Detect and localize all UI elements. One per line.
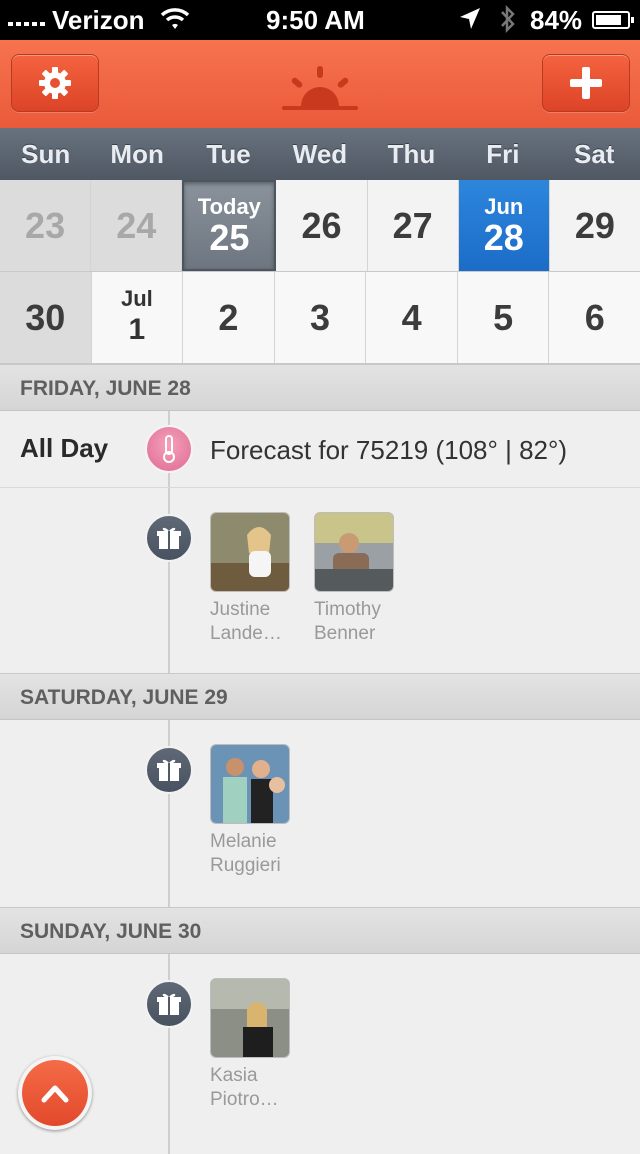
weekday-label: Wed: [292, 139, 348, 169]
day-cell[interactable]: 26: [276, 180, 368, 271]
location-icon: [458, 6, 482, 39]
battery-percent: 84%: [530, 5, 583, 35]
bluetooth-icon: [498, 3, 518, 42]
wifi-icon: [160, 6, 190, 37]
app-header: [0, 40, 640, 129]
weekday-label: Tue: [206, 139, 251, 169]
day-number: 23: [25, 204, 66, 246]
section-header: FRIDAY, JUNE 28: [0, 364, 640, 411]
day-number: 3: [310, 296, 331, 338]
day-number: 29: [574, 204, 615, 246]
forecast-text: Forecast for 75219 (108° | 82°): [210, 435, 568, 465]
day-number: 27: [392, 204, 433, 246]
agenda-list[interactable]: FRIDAY, JUNE 28 All Day Forecast for 752…: [0, 364, 640, 1154]
gear-icon: [39, 67, 71, 99]
carrier-label: Verizon: [52, 5, 145, 35]
section-header: SATURDAY, JUNE 29: [0, 673, 640, 720]
day-number: 24: [116, 204, 157, 246]
day-cell[interactable]: 2: [183, 272, 275, 363]
today-label: Today: [197, 193, 261, 219]
day-number: 26: [301, 204, 342, 246]
jump-to-today-button[interactable]: [18, 1056, 92, 1130]
contact-card[interactable]: Melanie Ruggieri: [210, 744, 300, 878]
day-cell[interactable]: Jul 1: [91, 272, 184, 363]
contact-photo: [314, 512, 394, 592]
arrow-today-icon: [41, 1085, 69, 1103]
settings-button[interactable]: [11, 54, 99, 112]
month-label: Jul: [120, 285, 153, 311]
gift-icon: [145, 514, 193, 562]
calendar-grid: 23 24 Today 25 26 27 Jun 28 29 30 Jul 1 2 3…: [0, 180, 640, 364]
month-label: Jun: [484, 193, 524, 219]
contact-card[interactable]: Justine Lande…: [210, 512, 300, 646]
day-section: All Day Forecast for 75219 (108° | 82°) …: [0, 411, 640, 673]
all-day-event[interactable]: All Day Forecast for 75219 (108° | 82°): [0, 411, 640, 488]
day-number: 2: [218, 296, 239, 338]
day-number: 6: [584, 296, 605, 338]
plus-icon: [570, 67, 602, 99]
day-number: 5: [493, 296, 514, 338]
thermometer-icon: [145, 425, 193, 473]
weekday-header: Sun Mon Tue Wed Thu Fri Sat: [0, 128, 640, 180]
contact-photo: [210, 744, 290, 824]
day-cell[interactable]: 24: [91, 180, 183, 271]
contact-name: Kasia Piotro…: [210, 1065, 279, 1110]
day-cell[interactable]: 5: [457, 272, 550, 363]
battery-icon: [592, 11, 634, 29]
sunrise-logo-icon: [282, 66, 358, 115]
contact-name: Timothy Benner: [314, 599, 381, 644]
gift-icon: [145, 746, 193, 794]
day-cell[interactable]: 23: [0, 180, 92, 271]
contact-photo: [210, 512, 290, 592]
day-cell[interactable]: 3: [274, 272, 367, 363]
contact-card[interactable]: Kasia Piotro…: [210, 978, 300, 1112]
day-cell[interactable]: 30: [0, 272, 92, 363]
calendar-week-row: 30 Jul 1 2 3 4 5 6: [0, 272, 640, 364]
day-number: 28: [483, 216, 524, 258]
signal-icon: [8, 22, 45, 26]
status-bar: Verizon 9:50 AM 84%: [0, 0, 640, 40]
weekday-label: Fri: [486, 139, 520, 169]
weekday-label: Sat: [574, 139, 615, 169]
day-cell[interactable]: 29: [549, 180, 640, 271]
day-cell[interactable]: 4: [366, 272, 458, 363]
day-number: 4: [401, 296, 422, 338]
contact-name: Justine Lande…: [210, 599, 282, 644]
add-event-button[interactable]: [542, 54, 630, 112]
gift-icon: [145, 980, 193, 1028]
weekday-label: Mon: [110, 139, 164, 169]
day-cell-selected[interactable]: Jun 28: [458, 180, 550, 271]
day-cell-today[interactable]: Today 25: [182, 180, 277, 271]
all-day-label: All Day: [20, 433, 109, 463]
contact-card[interactable]: Timothy Benner: [314, 512, 404, 646]
section-header: SUNDAY, JUNE 30: [0, 907, 640, 954]
contact-name: Melanie Ruggieri: [210, 831, 281, 876]
day-number: 25: [209, 216, 250, 258]
day-section: Melanie Ruggieri: [0, 720, 640, 907]
calendar-week-row: 23 24 Today 25 26 27 Jun 28 29: [0, 180, 640, 272]
day-number: 1: [128, 312, 146, 346]
day-section: Kasia Piotro…: [0, 954, 640, 1154]
contact-photo: [210, 978, 290, 1058]
clock: 9:50 AM: [266, 5, 365, 35]
day-cell[interactable]: 27: [367, 180, 459, 271]
day-number: 30: [25, 296, 66, 338]
day-cell[interactable]: 6: [549, 272, 640, 363]
weekday-label: Thu: [387, 139, 436, 169]
weekday-label: Sun: [21, 139, 71, 169]
